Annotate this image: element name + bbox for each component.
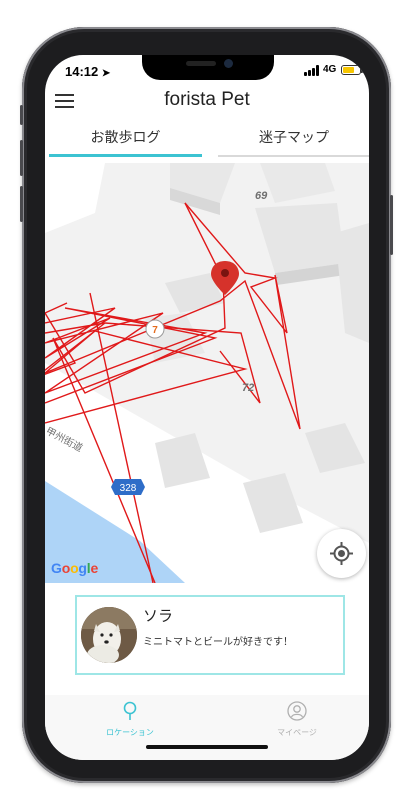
battery-icon [341,65,363,75]
app-screen: 14:12 ➤ 4G forista Pet お散歩ログ 迷子マップ 7 69 … [45,55,369,760]
map-building [335,223,369,343]
bottom-nav: ロケーション マイページ [45,695,369,760]
tab-bar: お散歩ログ 迷子マップ [45,119,369,159]
network-type: 4G [323,64,337,75]
map-canvas: 7 69 72 甲州街道 328 [45,163,369,583]
tab-lost-map[interactable]: 迷子マップ [218,119,369,157]
map-road [45,163,105,233]
map-label-69: 69 [255,190,268,202]
home-indicator [146,745,268,749]
pet-avatar [81,607,137,663]
map-building [255,203,345,273]
nav-mypage[interactable]: マイページ [237,701,357,738]
location-pin-icon [123,701,137,720]
user-icon [287,701,307,721]
location-arrow-icon: ➤ [101,68,111,79]
app-header: forista Pet [45,85,369,119]
signal-icon [304,65,320,76]
volume-down-button [20,186,23,222]
pet-name: ソラ [143,607,174,625]
map-building [260,163,335,203]
status-time: 14:12 ➤ [65,64,111,79]
power-button [390,195,393,255]
app-title: forista Pet [164,89,250,110]
notch [142,55,274,80]
convenience-store-mark: 7 [152,325,158,336]
volume-up-button [20,140,23,176]
pet-description: ミニトマトとビールが好きです！ [143,637,293,648]
map-building [305,423,365,473]
nav-mypage-label: マイページ [277,728,317,737]
nav-location-label: ロケーション [106,728,154,737]
map-view[interactable]: 7 69 72 甲州街道 328 Google [45,163,369,583]
tab-walk-log[interactable]: お散歩ログ [49,119,202,157]
pet-profile-card[interactable]: ソラ ミニトマトとビールが好きです！ [75,595,345,675]
mute-switch [20,105,23,125]
map-label-72: 72 [242,382,254,394]
google-logo: Google [51,560,99,576]
profile-section: ソラ ミニトマトとビールが好きです！ [45,583,369,693]
locate-me-button[interactable] [317,529,366,578]
map-building [155,433,210,488]
route-shield-number: 328 [120,483,137,494]
nav-location[interactable]: ロケーション [70,701,190,738]
crosshair-icon [330,542,353,565]
